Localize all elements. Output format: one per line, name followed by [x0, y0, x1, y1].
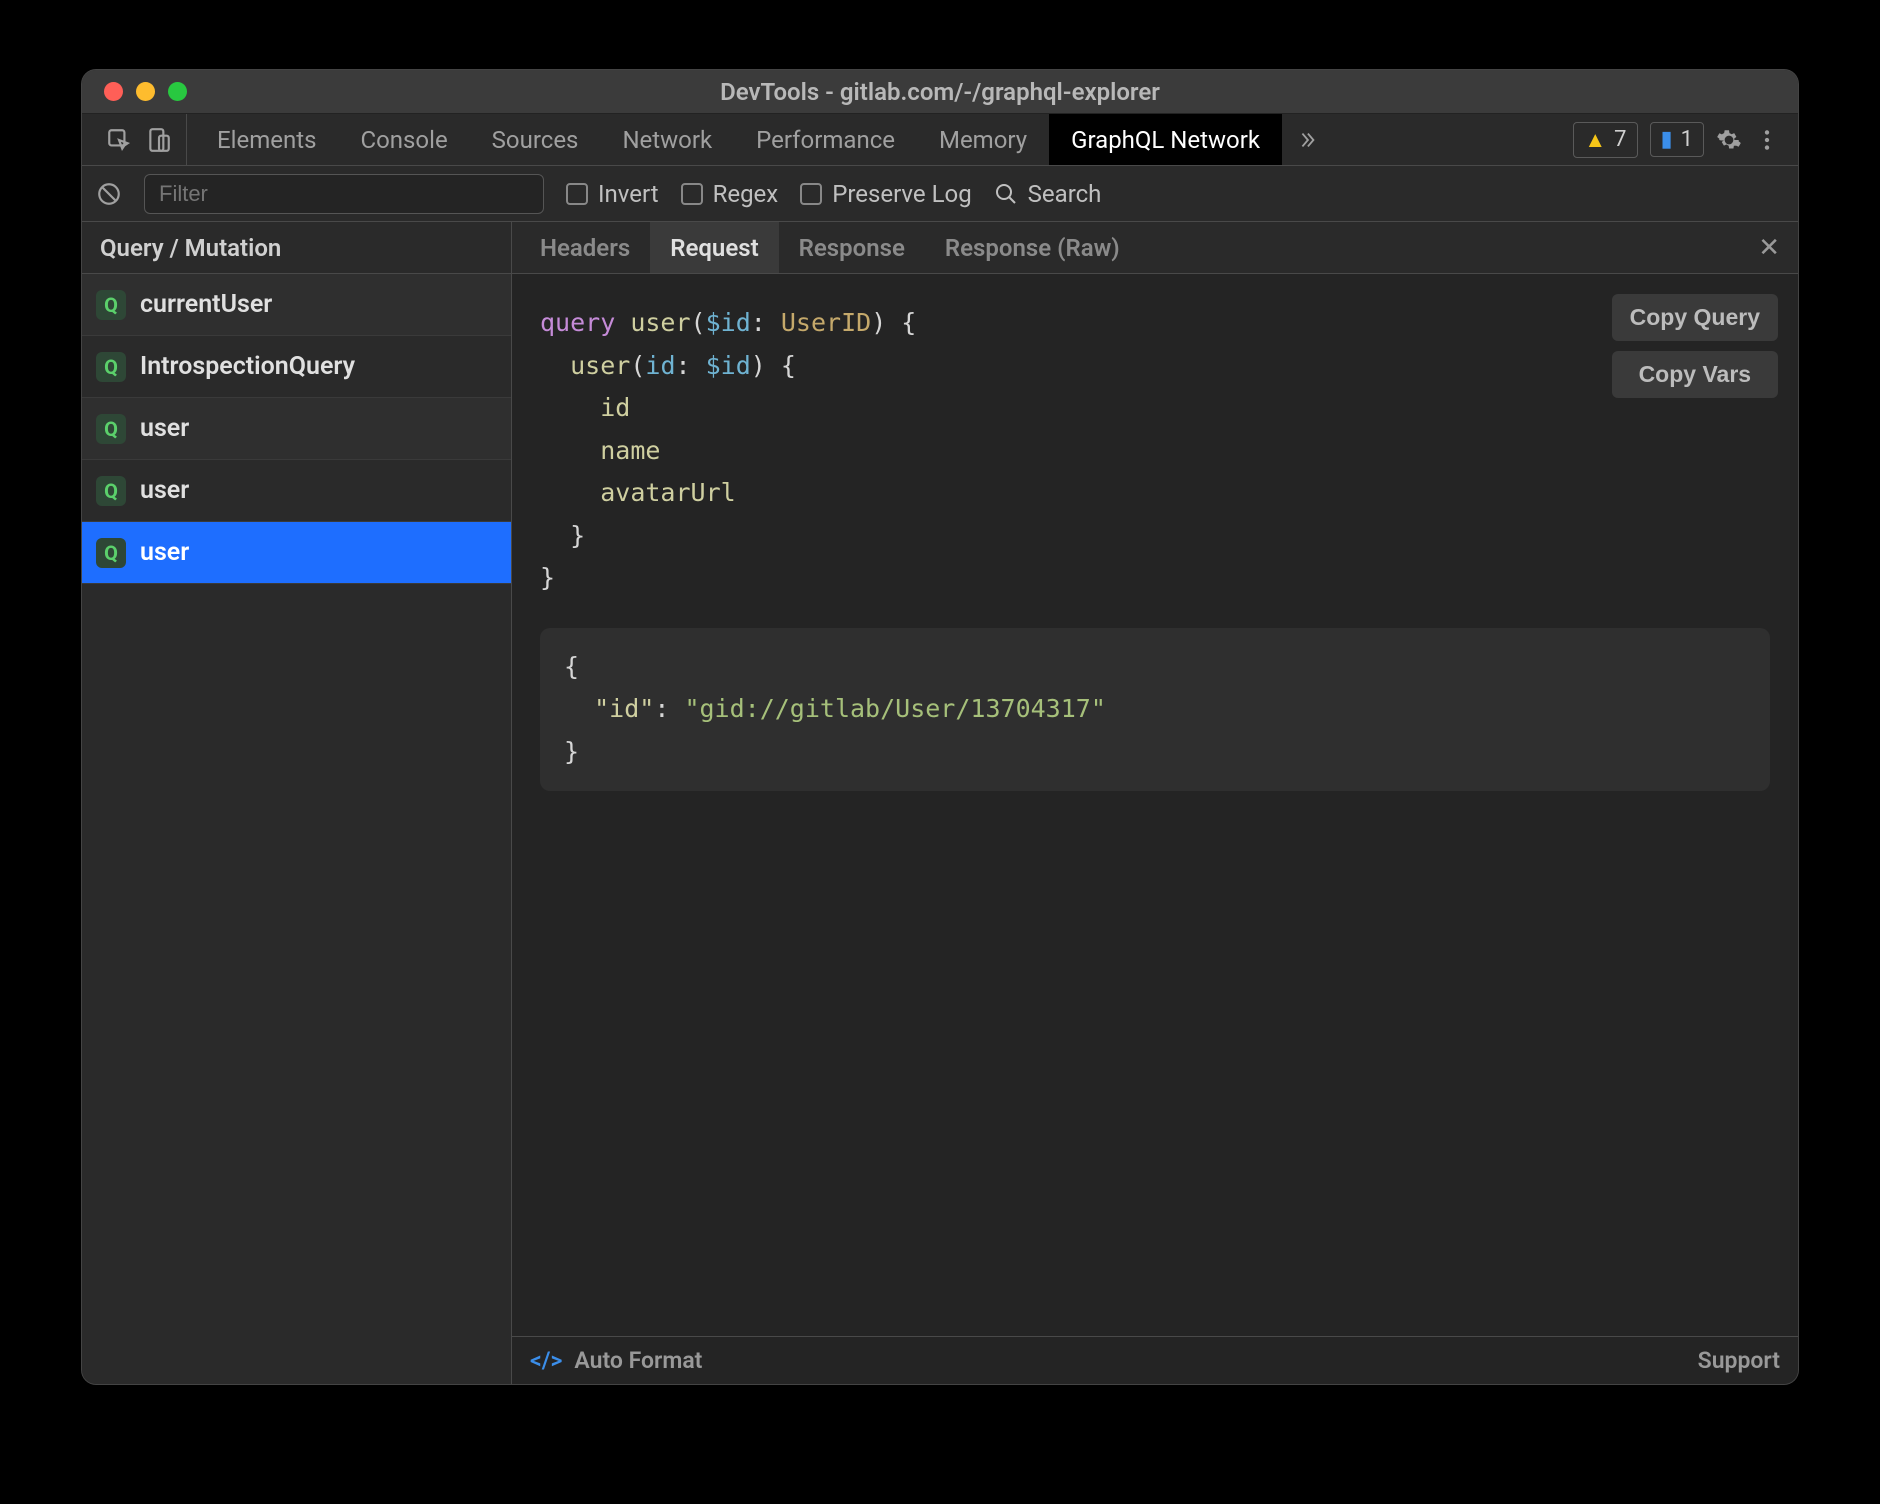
query-type-badge: Q — [96, 538, 126, 568]
query-list-item[interactable]: Q currentUser — [82, 274, 511, 336]
device-toolbar-icon[interactable] — [146, 127, 172, 153]
query-code-block: query user($id: UserID) { user(id: $id) … — [540, 302, 1770, 600]
query-list-item[interactable]: Q user — [82, 398, 511, 460]
chevron-double-right-icon — [1296, 129, 1318, 151]
panel-tabs: Elements Console Sources Network Perform… — [195, 114, 1282, 165]
devtools-tabbar: Elements Console Sources Network Perform… — [82, 114, 1798, 166]
query-name: user — [140, 414, 189, 443]
info-icon: ▮ — [1661, 127, 1673, 152]
support-link[interactable]: Support — [1698, 1347, 1780, 1374]
query-type-badge: Q — [96, 352, 126, 382]
sidebar-header: Query / Mutation — [82, 222, 511, 274]
detail-body: Copy Query Copy Vars query user($id: Use… — [512, 274, 1798, 1336]
detail-footer: </> Auto Format Support — [512, 1336, 1798, 1384]
checkbox-icon — [566, 183, 588, 205]
detail-tab-headers[interactable]: Headers — [520, 222, 650, 273]
settings-icon[interactable] — [1716, 127, 1742, 153]
info-badge[interactable]: ▮ 1 — [1650, 122, 1704, 157]
query-list: Q currentUser Q IntrospectionQuery Q use… — [82, 274, 511, 1384]
detail-tabs: Headers Request Response Response (Raw) … — [512, 222, 1798, 274]
info-count: 1 — [1681, 127, 1693, 152]
query-list-item[interactable]: Q IntrospectionQuery — [82, 336, 511, 398]
search-icon — [994, 182, 1018, 206]
traffic-lights — [82, 82, 187, 101]
warning-icon: ▲ — [1584, 127, 1606, 153]
query-sidebar: Query / Mutation Q currentUser Q Introsp… — [82, 222, 512, 1384]
filter-toolbar: Invert Regex Preserve Log Search — [82, 166, 1798, 222]
query-name: user — [140, 476, 189, 505]
auto-format-label: Auto Format — [574, 1347, 702, 1374]
main-area: Query / Mutation Q currentUser Q Introsp… — [82, 222, 1798, 1384]
query-name: currentUser — [140, 290, 272, 319]
detail-pane: Headers Request Response Response (Raw) … — [512, 222, 1798, 1384]
clear-icon[interactable] — [96, 181, 122, 207]
tab-elements[interactable]: Elements — [195, 114, 338, 165]
query-type-badge: Q — [96, 476, 126, 506]
search-label: Search — [1028, 180, 1102, 208]
tab-console[interactable]: Console — [338, 114, 469, 165]
checkbox-icon — [800, 183, 822, 205]
devtools-window: DevTools - gitlab.com/-/graphql-explorer… — [82, 70, 1798, 1384]
query-list-item[interactable]: Q user — [82, 460, 511, 522]
checkbox-icon — [681, 183, 703, 205]
search-button[interactable]: Search — [994, 180, 1102, 208]
invert-checkbox[interactable]: Invert — [566, 180, 659, 208]
invert-label: Invert — [598, 180, 659, 208]
query-name: IntrospectionQuery — [140, 352, 355, 381]
regex-label: Regex — [713, 180, 779, 208]
more-vert-icon[interactable] — [1754, 127, 1780, 153]
minimize-window-button[interactable] — [136, 82, 155, 101]
detail-tab-response-raw[interactable]: Response (Raw) — [925, 222, 1140, 273]
warnings-badge[interactable]: ▲ 7 — [1573, 122, 1637, 158]
query-name: user — [140, 538, 189, 567]
detail-tab-request[interactable]: Request — [650, 222, 778, 273]
tab-performance[interactable]: Performance — [734, 114, 917, 165]
inspect-element-icon[interactable] — [106, 127, 132, 153]
detail-tab-response[interactable]: Response — [779, 222, 925, 273]
query-type-badge: Q — [96, 290, 126, 320]
window-titlebar: DevTools - gitlab.com/-/graphql-explorer — [82, 70, 1798, 114]
filter-input[interactable] — [144, 174, 544, 214]
preserve-log-label: Preserve Log — [832, 180, 971, 208]
copy-vars-button[interactable]: Copy Vars — [1612, 351, 1778, 398]
zoom-window-button[interactable] — [168, 82, 187, 101]
query-type-badge: Q — [96, 414, 126, 444]
copy-query-button[interactable]: Copy Query — [1612, 294, 1778, 341]
warnings-count: 7 — [1614, 127, 1626, 152]
auto-format-button[interactable]: </> Auto Format — [530, 1347, 702, 1374]
window-title: DevTools - gitlab.com/-/graphql-explorer — [82, 78, 1798, 106]
tab-sources[interactable]: Sources — [470, 114, 601, 165]
tab-memory[interactable]: Memory — [917, 114, 1049, 165]
close-window-button[interactable] — [104, 82, 123, 101]
regex-checkbox[interactable]: Regex — [681, 180, 779, 208]
tab-network[interactable]: Network — [600, 114, 734, 165]
variables-block: { "id": "gid://gitlab/User/13704317" } — [540, 628, 1770, 792]
query-list-item[interactable]: Q user — [82, 522, 511, 584]
code-icon: </> — [530, 1347, 562, 1374]
close-detail-button[interactable]: ✕ — [1740, 222, 1798, 273]
tab-graphql-network[interactable]: GraphQL Network — [1049, 114, 1282, 165]
preserve-log-checkbox[interactable]: Preserve Log — [800, 180, 971, 208]
tabs-overflow-button[interactable] — [1282, 114, 1332, 165]
